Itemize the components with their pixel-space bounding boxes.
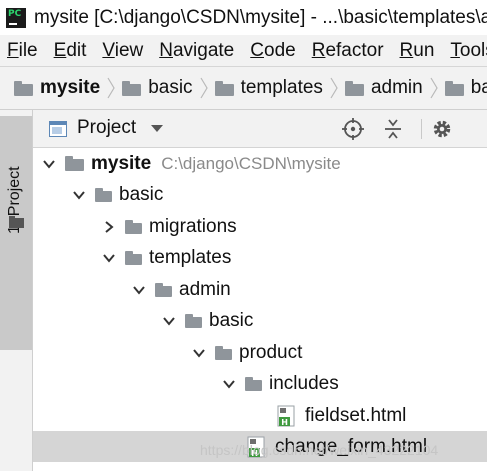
breadcrumb-item-basic-2[interactable]: basic (444, 77, 487, 99)
folder-icon (245, 376, 262, 391)
svg-text:H: H (281, 418, 288, 427)
breadcrumb-item-admin[interactable]: admin (344, 77, 423, 99)
breadcrumb-item-templates[interactable]: templates (214, 77, 323, 99)
window-title: mysite [C:\django\CSDN\mysite] - ...\bas… (34, 6, 487, 28)
chevron-down-icon[interactable] (149, 120, 165, 136)
tree-node-includes[interactable]: includes (33, 368, 487, 399)
menu-edit[interactable]: Edit (46, 40, 95, 62)
folder-icon (14, 80, 33, 96)
folder-icon (125, 250, 142, 265)
breadcrumb-separator-icon (330, 77, 338, 99)
tree-node-fieldset-html[interactable]: H fieldset.html (33, 400, 487, 431)
folder-icon (344, 80, 364, 96)
html-file-icon: H (247, 436, 265, 458)
ide-window: PC mysite [C:\django\CSDN\mysite] - ...\… (0, 0, 487, 471)
folder-icon (122, 80, 142, 96)
breadcrumb: mysite basic templates admin basic (0, 66, 487, 110)
menu-file[interactable]: File (0, 40, 46, 62)
tree-node-templates[interactable]: templates (33, 242, 487, 273)
folder-icon (215, 345, 232, 360)
menu-refactor[interactable]: Refactor (304, 40, 392, 62)
menu-bar: File Edit View Navigate Code Refactor Ru… (0, 35, 487, 66)
target-icon[interactable] (341, 117, 365, 141)
svg-text:H: H (251, 449, 258, 458)
folder-icon (9, 216, 24, 228)
menu-view[interactable]: View (94, 40, 151, 62)
header-divider (421, 119, 422, 139)
project-path: C:\django\CSDN\mysite (161, 153, 341, 173)
chevron-down-icon[interactable] (161, 313, 177, 329)
html-file-icon: H (277, 405, 295, 427)
menu-run[interactable]: Run (392, 40, 443, 62)
chevron-right-icon[interactable] (101, 219, 117, 235)
breadcrumb-separator-icon (107, 77, 115, 99)
chevron-down-icon[interactable] (41, 156, 57, 172)
project-panel-header: Project (33, 110, 487, 148)
collapse-all-icon[interactable] (381, 117, 405, 141)
breadcrumb-item-mysite[interactable]: mysite (14, 77, 100, 99)
breadcrumb-item-basic[interactable]: basic (122, 77, 193, 99)
folder-icon (444, 80, 464, 96)
folder-icon (95, 187, 112, 202)
project-view-selector[interactable]: Project (77, 117, 136, 139)
chevron-down-icon[interactable] (191, 345, 207, 361)
tree-node-change-form-html[interactable]: H change_form.html (33, 431, 487, 462)
tree-node-admin[interactable]: admin (33, 274, 487, 305)
tree-node-migrations[interactable]: migrations (33, 211, 487, 242)
project-tree: mysite C:\django\CSDN\mysite basic migra… (33, 148, 487, 471)
chevron-down-icon[interactable] (71, 187, 87, 203)
folder-icon (214, 80, 234, 96)
folder-icon (155, 282, 172, 297)
title-bar: PC mysite [C:\django\CSDN\mysite] - ...\… (0, 0, 487, 35)
chevron-down-icon[interactable] (131, 282, 147, 298)
tree-node-mysite[interactable]: mysite C:\django\CSDN\mysite (33, 148, 487, 179)
chevron-down-icon[interactable] (221, 376, 237, 392)
pycharm-logo-icon: PC (6, 7, 26, 28)
tree-node-basic[interactable]: basic (33, 179, 487, 210)
project-tool-tab[interactable]: 1: Project (0, 116, 32, 350)
project-window-icon (49, 121, 67, 137)
breadcrumb-separator-icon (200, 77, 208, 99)
folder-icon (65, 156, 84, 171)
tree-node-basic-nested[interactable]: basic (33, 305, 487, 336)
folder-icon (185, 313, 202, 328)
menu-navigate[interactable]: Navigate (151, 40, 242, 62)
gear-icon[interactable] (430, 117, 454, 141)
chevron-down-icon[interactable] (101, 250, 117, 266)
project-panel: Project mysite C:\django\CSDN\mysite bas… (33, 110, 487, 471)
menu-tools[interactable]: Tools (442, 40, 487, 62)
tool-window-strip: 1: Project (0, 110, 33, 471)
menu-code[interactable]: Code (242, 40, 303, 62)
folder-icon (125, 219, 142, 234)
breadcrumb-separator-icon (430, 77, 438, 99)
tree-node-product[interactable]: product (33, 337, 487, 368)
